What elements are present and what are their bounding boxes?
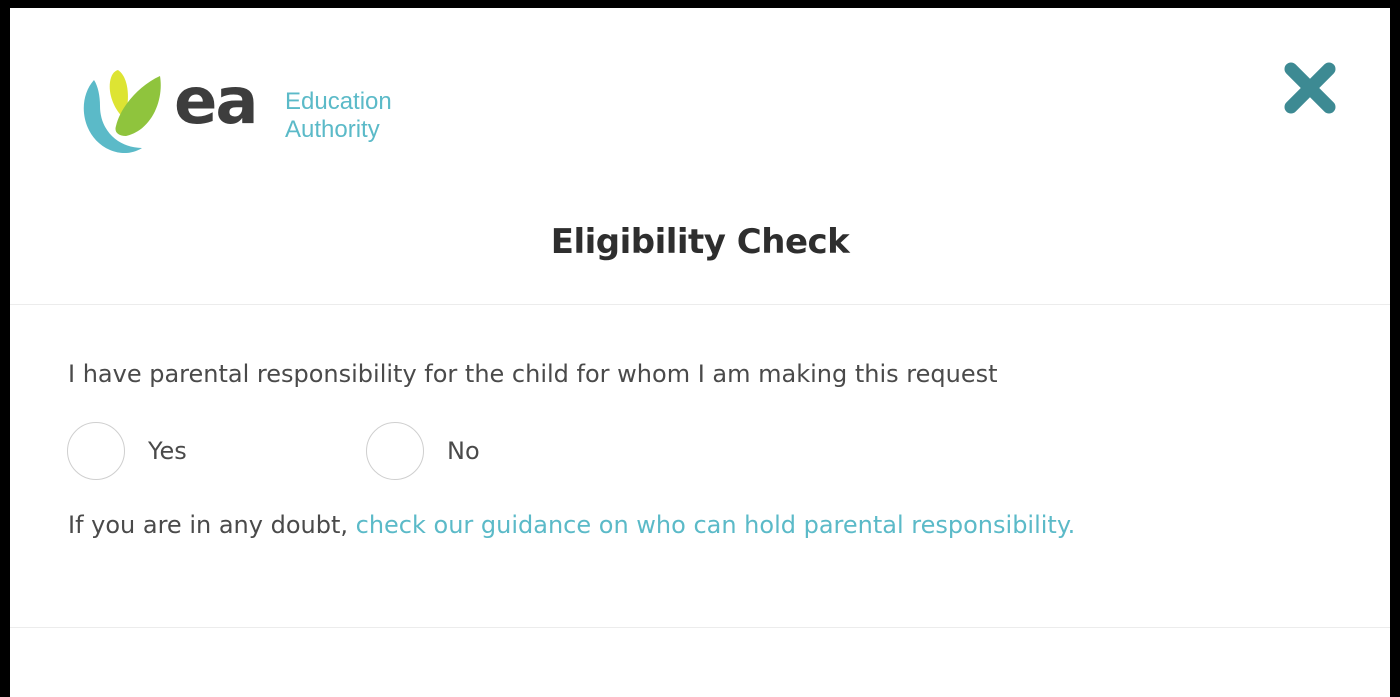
radio-no-circle[interactable] (366, 422, 424, 480)
modal-frame: ea Education Authority Eligibility Check… (0, 0, 1400, 697)
radio-yes-label: Yes (148, 437, 187, 465)
guidance-link[interactable]: check our guidance on who can hold paren… (356, 511, 1076, 539)
dialog-title: Eligibility Check (550, 222, 850, 262)
radio-no-label: No (447, 437, 480, 465)
logo-line-education: Education (285, 88, 392, 115)
radio-option-yes[interactable]: Yes (67, 421, 187, 481)
close-icon (1284, 62, 1336, 114)
guidance-prefix: If you are in any doubt, (68, 511, 356, 539)
modal-header: ea Education Authority Eligibility Check (10, 8, 1390, 305)
radio-option-no[interactable]: No (366, 421, 480, 481)
logo-line-authority: Authority (285, 116, 380, 143)
radio-yes-circle[interactable] (67, 422, 125, 480)
leaf-logo-icon (83, 70, 161, 154)
parental-responsibility-question: I have parental responsibility for the c… (68, 360, 998, 388)
guidance-text: If you are in any doubt, check our guida… (68, 511, 1075, 539)
footer-divider (10, 627, 1390, 628)
education-authority-logo: ea Education Authority (80, 60, 420, 156)
logo-wordmark: ea (174, 65, 259, 139)
close-button[interactable] (1282, 60, 1338, 116)
